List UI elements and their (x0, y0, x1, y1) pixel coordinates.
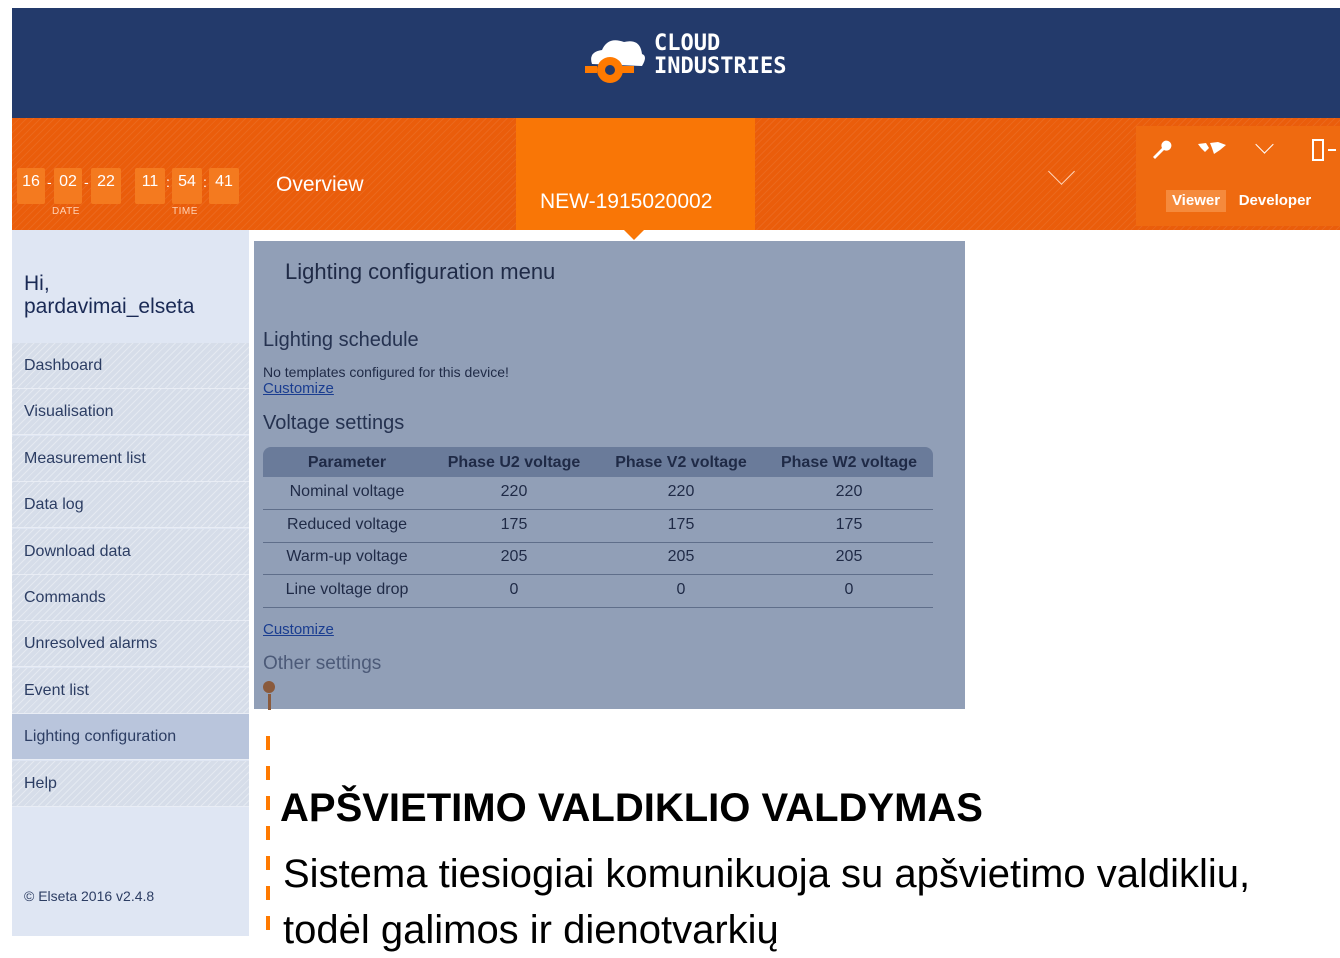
sidebar-item-label: Commands (24, 589, 106, 606)
clock-hour: 11 (135, 168, 165, 204)
clock-second: 41 (209, 168, 239, 204)
column-header: Phase V2 voltage (615, 454, 747, 471)
connector-dash (266, 736, 270, 750)
table-cell: 0 (676, 580, 686, 598)
connector-dash (266, 796, 270, 810)
voltage-customize-link[interactable]: Customize (263, 621, 334, 638)
cloud-gear-logo-icon (585, 40, 645, 83)
sidebar-item-dashboard[interactable]: Dashboard (12, 343, 249, 389)
sidebar-item-label: Visualisation (24, 403, 114, 421)
date-separator: - (47, 174, 52, 190)
sidebar-item-label: Help (24, 774, 57, 792)
tab-device-label[interactable]: NEW-1915020002 (540, 190, 712, 214)
row-divider (263, 541, 933, 543)
column-header: Parameter (307, 454, 387, 471)
sidebar-item-label: Lighting configuration (24, 728, 177, 746)
row-divider (263, 606, 933, 608)
table-cell: 175 (500, 515, 528, 533)
sidebar-item-help[interactable]: Help (12, 760, 249, 807)
table-cell: 205 (667, 548, 695, 565)
sidebar-item-label: Unresolved alarms (24, 635, 158, 653)
world-map-icon[interactable] (1196, 140, 1228, 163)
table-cell: 175 (667, 515, 695, 533)
schedule-customize-link[interactable]: Customize (263, 380, 334, 397)
tab-overview[interactable]: Overview (276, 173, 364, 197)
clock-day: 16 (17, 168, 45, 204)
connector-dash (266, 856, 270, 870)
sidebar-item-event-list[interactable]: Event list (12, 667, 249, 714)
sidebar-item-label: Event list (24, 681, 89, 699)
brand-logo[interactable]: CLOUD INDUSTRIES (582, 30, 802, 90)
table-cell: 220 (500, 483, 528, 500)
table-cell: 220 (835, 483, 863, 500)
role-developer-button[interactable]: Developer (1230, 190, 1320, 212)
sidebar-item-measurement-list[interactable]: Measurement list (12, 435, 249, 482)
role-viewer-button[interactable]: Viewer (1166, 190, 1226, 212)
slide-body: Sistema tiesiogiai komunikuoja su apšvie… (283, 852, 1251, 952)
row-divider (263, 574, 933, 575)
sidebar-item-lighting-configuration[interactable]: Lighting configuration (12, 714, 249, 761)
sidebar-item-download-data[interactable]: Download data (12, 528, 249, 575)
table-cell: 205 (835, 548, 863, 565)
brand-name: CLOUD INDUSTRIES (654, 31, 787, 79)
clock-month: 02 (54, 168, 82, 204)
date-label: DATE (52, 206, 80, 217)
column-header: Phase U2 voltage (447, 454, 581, 471)
sidebar-item-visualisation[interactable]: Visualisation (12, 389, 249, 436)
sidebar-item-label: Dashboard (24, 357, 103, 374)
sidebar-item-data-log[interactable]: Data log (12, 482, 249, 529)
other-settings-heading[interactable]: Other settings (263, 653, 381, 675)
voltage-heading: Voltage settings (263, 412, 405, 434)
username: pardavimai_elseta (24, 295, 195, 318)
active-tab-caret (624, 230, 644, 240)
table-cell: 175 (835, 515, 863, 533)
table-row-label: Nominal voltage (289, 483, 405, 500)
panel-title: Lighting configuration menu (285, 259, 556, 284)
table-row-label: Reduced voltage (286, 515, 408, 533)
wrench-icon[interactable] (1150, 138, 1172, 165)
connector-dash (266, 826, 270, 840)
schedule-message: No templates configured for this device! (263, 364, 509, 380)
connector-dash (266, 886, 270, 900)
clock-year: 22 (91, 168, 121, 204)
connector-dash (266, 916, 270, 930)
time-separator: : (203, 174, 207, 190)
logout-icon[interactable] (1310, 138, 1338, 167)
table-cell: 0 (844, 580, 854, 598)
sidebar-item-commands[interactable]: Commands (12, 575, 249, 621)
time-separator: : (166, 174, 170, 190)
column-header: Phase W2 voltage (780, 454, 918, 471)
table-row-label: Line voltage drop (285, 580, 409, 598)
table-cell: 220 (667, 483, 695, 500)
date-separator: - (84, 174, 89, 190)
sidebar-item-unresolved-alarms[interactable]: Unresolved alarms (12, 621, 249, 668)
slide-title: APŠVIETIMO VALDIKLIO VALDYMAS (280, 786, 983, 830)
clock-minute: 54 (172, 168, 202, 204)
schedule-heading: Lighting schedule (263, 329, 419, 351)
row-divider (263, 509, 933, 510)
table-row-label: Warm-up voltage (286, 548, 408, 565)
connector-dash (266, 766, 270, 780)
table-cell: 0 (509, 580, 519, 598)
copyright-text: © Elseta 2016 v2.4.8 (24, 888, 155, 904)
sidebar-item-label: Download data (24, 542, 131, 560)
sidebar-item-label: Measurement list (24, 449, 146, 467)
time-label: TIME (172, 206, 198, 217)
pin-stem (268, 694, 271, 710)
sidebar-item-label: Data log (24, 496, 84, 514)
user-greeting: Hi, pardavimai_elseta (24, 272, 195, 318)
table-cell: 205 (500, 548, 528, 565)
